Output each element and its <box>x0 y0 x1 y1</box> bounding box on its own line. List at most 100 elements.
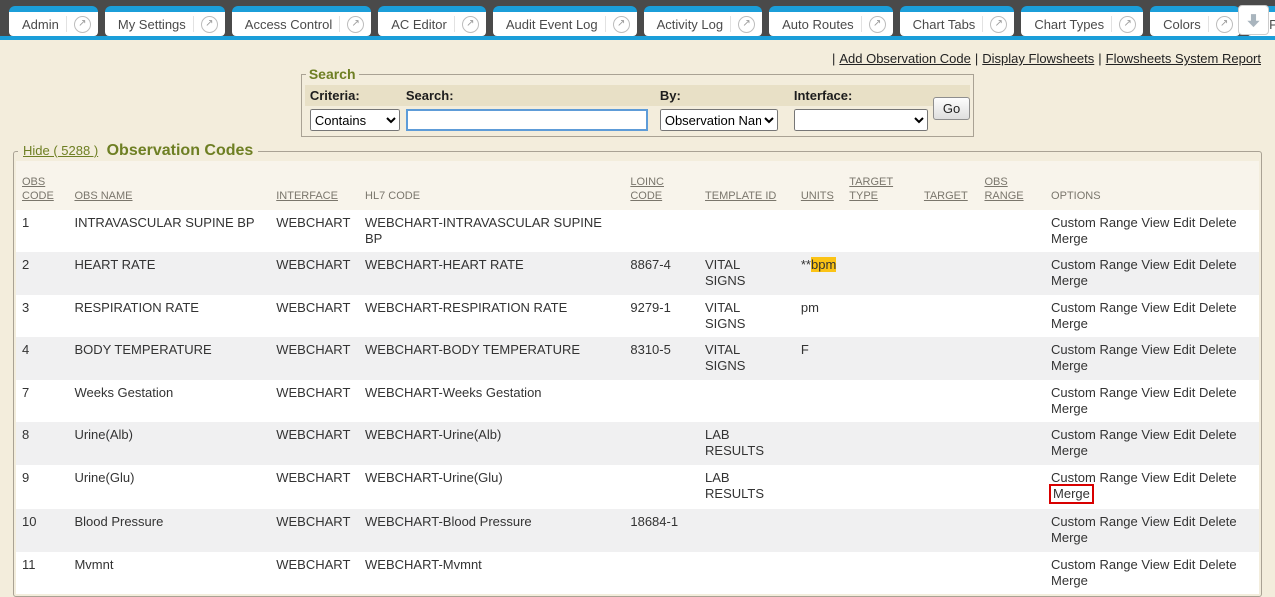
view-link[interactable]: View <box>1141 215 1169 230</box>
edit-link[interactable]: Edit <box>1173 215 1195 230</box>
tab-chart-types[interactable]: Chart Types↗ <box>1021 6 1143 36</box>
edit-link[interactable]: Edit <box>1173 342 1195 357</box>
custom-range-link[interactable]: Custom Range <box>1051 300 1138 315</box>
delete-link[interactable]: Delete <box>1199 385 1237 400</box>
go-button[interactable]: Go <box>933 97 970 120</box>
open-in-new-window-icon[interactable]: ↗ <box>1119 16 1136 33</box>
delete-link[interactable]: Delete <box>1199 514 1237 529</box>
edit-link[interactable]: Edit <box>1173 300 1195 315</box>
tab-admin[interactable]: Admin↗ <box>9 6 98 36</box>
hide-count-link[interactable]: Hide ( 5288 ) <box>23 143 98 158</box>
delete-link[interactable]: Delete <box>1199 215 1237 230</box>
view-link[interactable]: View <box>1141 514 1169 529</box>
tab-label: Chart Tabs <box>913 17 976 32</box>
edit-link[interactable]: Edit <box>1173 427 1195 442</box>
tab-divider <box>605 16 606 32</box>
column-header-target_type[interactable]: TARGET TYPE <box>843 161 918 210</box>
tab-divider <box>1111 16 1112 32</box>
table-header-row: OBS CODEOBS NAMEINTERFACEHL7 CODELOINC C… <box>16 161 1259 210</box>
merge-link[interactable]: Merge <box>1051 358 1088 373</box>
tab-access-control[interactable]: Access Control↗ <box>232 6 371 36</box>
column-header-obs_name[interactable]: OBS NAME <box>68 161 270 210</box>
delete-link[interactable]: Delete <box>1199 342 1237 357</box>
tab-ac-editor[interactable]: AC Editor↗ <box>378 6 486 36</box>
custom-range-link[interactable]: Custom Range <box>1051 557 1138 572</box>
edit-link[interactable]: Edit <box>1173 385 1195 400</box>
edit-link[interactable]: Edit <box>1173 470 1195 485</box>
view-link[interactable]: View <box>1141 427 1169 442</box>
custom-range-link[interactable]: Custom Range <box>1051 215 1138 230</box>
merge-link[interactable]: Merge <box>1051 231 1088 246</box>
view-link[interactable]: View <box>1141 385 1169 400</box>
edit-link[interactable]: Edit <box>1173 557 1195 572</box>
edit-link[interactable]: Edit <box>1173 257 1195 272</box>
custom-range-link[interactable]: Custom Range <box>1051 385 1138 400</box>
delete-link[interactable]: Delete <box>1199 427 1237 442</box>
custom-range-link[interactable]: Custom Range <box>1051 470 1138 485</box>
view-link[interactable]: View <box>1141 557 1169 572</box>
delete-link[interactable]: Delete <box>1199 300 1237 315</box>
tab-auto-routes[interactable]: Auto Routes↗ <box>769 6 893 36</box>
tab-my-settings[interactable]: My Settings↗ <box>105 6 225 36</box>
view-link[interactable]: View <box>1141 257 1169 272</box>
cell-obs_name: BODY TEMPERATURE <box>68 337 270 380</box>
column-header-target[interactable]: TARGET <box>918 161 979 210</box>
open-in-new-window-icon[interactable]: ↗ <box>347 16 364 33</box>
add-observation-code-link[interactable]: Add Observation Code <box>839 51 971 66</box>
column-header-units[interactable]: UNITS <box>795 161 843 210</box>
tab-label: Audit Event Log <box>506 17 598 32</box>
open-in-new-window-icon[interactable]: ↗ <box>74 16 91 33</box>
merge-link[interactable]: Merge <box>1051 316 1088 331</box>
search-input[interactable] <box>406 109 648 131</box>
merge-link[interactable]: Merge <box>1051 401 1088 416</box>
flowsheets-system-report-link[interactable]: Flowsheets System Report <box>1106 51 1261 66</box>
table-row: 9Urine(Glu)WEBCHARTWEBCHART-Urine(Glu)LA… <box>16 465 1259 510</box>
column-header-obs_code[interactable]: OBS CODE <box>16 161 68 210</box>
by-select[interactable]: Observation Name <box>660 109 778 131</box>
down-arrow-icon <box>1245 12 1262 29</box>
cell-target_type <box>843 210 918 253</box>
delete-link[interactable]: Delete <box>1199 257 1237 272</box>
cell-hl7_code: WEBCHART-Urine(Glu) <box>359 465 624 510</box>
delete-link[interactable]: Delete <box>1199 470 1237 485</box>
cell-obs_name: Mvmnt <box>68 552 270 595</box>
tab-chart-tabs[interactable]: Chart Tabs ↗ <box>900 6 1015 36</box>
tab-audit-event-log[interactable]: Audit Event Log ↗ <box>493 6 637 36</box>
interface-select[interactable] <box>794 109 928 131</box>
view-link[interactable]: View <box>1141 470 1169 485</box>
merge-link[interactable]: Merge <box>1051 573 1088 588</box>
tab-colors[interactable]: Colors↗ <box>1150 6 1240 36</box>
open-in-new-window-icon[interactable]: ↗ <box>738 16 755 33</box>
custom-range-link[interactable]: Custom Range <box>1051 427 1138 442</box>
open-in-new-window-icon[interactable]: ↗ <box>462 16 479 33</box>
cell-options: Custom Range View Edit Delete Merge <box>1045 422 1259 465</box>
open-in-new-window-icon[interactable]: ↗ <box>201 16 218 33</box>
criteria-select[interactable]: Contains <box>310 109 400 131</box>
custom-range-link[interactable]: Custom Range <box>1051 257 1138 272</box>
column-header-interface[interactable]: INTERFACE <box>270 161 359 210</box>
cell-obs_name: Urine(Glu) <box>68 465 270 510</box>
column-header-template_id[interactable]: TEMPLATE ID <box>699 161 795 210</box>
merge-link[interactable]: Merge <box>1053 486 1090 501</box>
edit-link[interactable]: Edit <box>1173 514 1195 529</box>
custom-range-link[interactable]: Custom Range <box>1051 342 1138 357</box>
cell-template_id: VITAL SIGNS <box>699 252 795 295</box>
merge-link[interactable]: Merge <box>1051 530 1088 545</box>
custom-range-link[interactable]: Custom Range <box>1051 514 1138 529</box>
open-in-new-window-icon[interactable]: ↗ <box>613 16 630 33</box>
open-in-new-window-icon[interactable]: ↗ <box>990 16 1007 33</box>
column-header-loinc_code[interactable]: LOINC CODE <box>624 161 699 210</box>
view-link[interactable]: View <box>1141 300 1169 315</box>
delete-link[interactable]: Delete <box>1199 557 1237 572</box>
tab-overflow-down-button[interactable] <box>1238 5 1269 35</box>
open-in-new-window-icon[interactable]: ↗ <box>869 16 886 33</box>
view-link[interactable]: View <box>1141 342 1169 357</box>
open-in-new-window-icon[interactable]: ↗ <box>1216 16 1233 33</box>
merge-link[interactable]: Merge <box>1051 273 1088 288</box>
tab-activity-log[interactable]: Activity Log↗ <box>644 6 762 36</box>
table-row: 8Urine(Alb)WEBCHARTWEBCHART-Urine(Alb)LA… <box>16 422 1259 465</box>
table-row: 2HEART RATEWEBCHARTWEBCHART-HEART RATE88… <box>16 252 1259 295</box>
merge-link[interactable]: Merge <box>1051 443 1088 458</box>
display-flowsheets-link[interactable]: Display Flowsheets <box>982 51 1094 66</box>
column-header-obs_range[interactable]: OBS RANGE <box>978 161 1045 210</box>
